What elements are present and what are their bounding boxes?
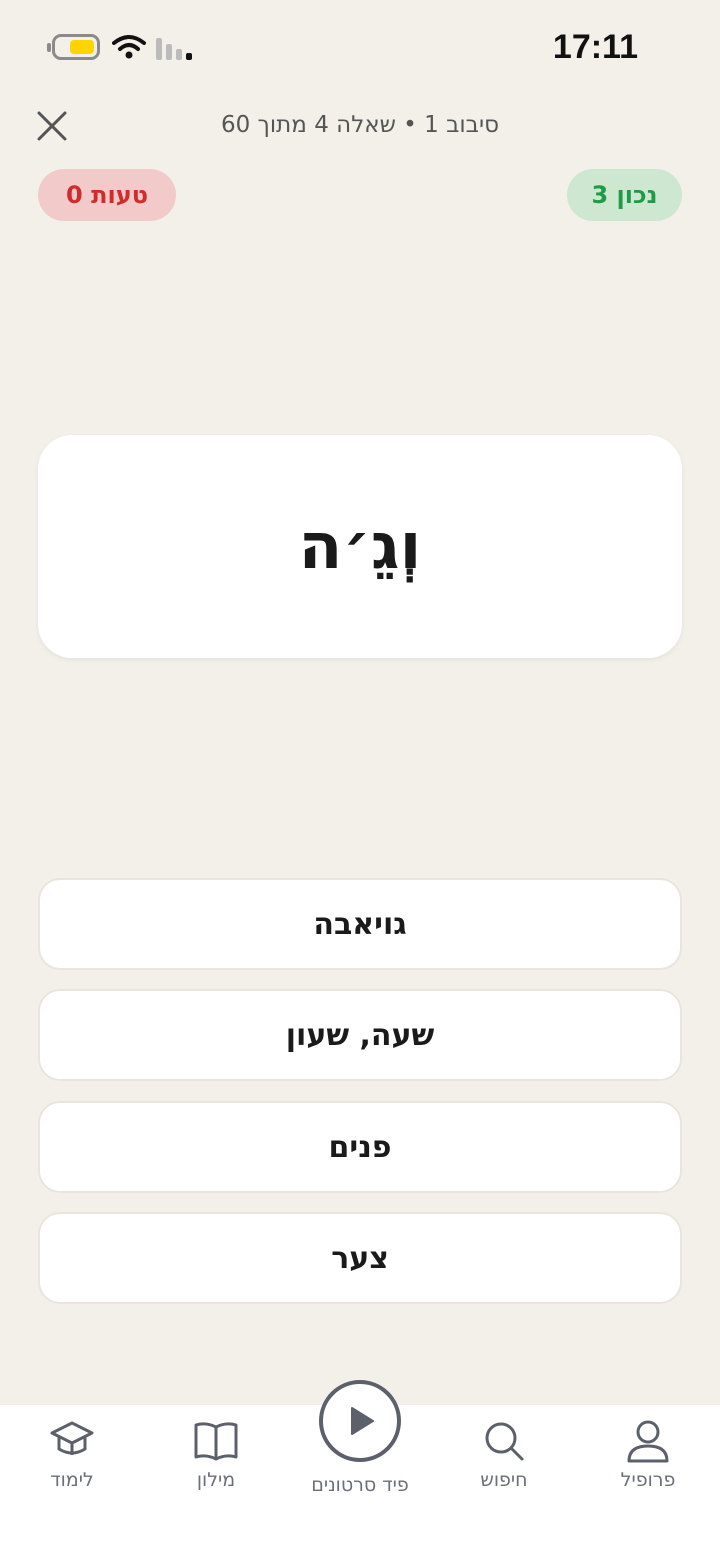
- battery-icon: [47, 34, 100, 60]
- tab-learn-label: לימוד: [50, 1469, 94, 1491]
- mistakes-count-badge: טעות 0: [38, 169, 176, 221]
- tab-profile-label: פרופיל: [620, 1469, 676, 1491]
- tab-search[interactable]: חיפוש: [439, 1419, 569, 1509]
- tab-learn[interactable]: לימוד: [7, 1419, 137, 1509]
- status-time: 17:11: [552, 28, 638, 66]
- book-icon: [194, 1422, 238, 1461]
- feed-play-button[interactable]: [319, 1380, 401, 1462]
- bottom-tab-bar: לימוד מילון פיד סרטונים חיפוש פרופיל: [0, 1380, 720, 1558]
- person-icon: [627, 1420, 669, 1463]
- wifi-icon: [112, 35, 146, 59]
- quiz-header: סיבוב 1 • שאלה 4 מתוך 60: [0, 96, 720, 156]
- search-icon: [485, 1422, 524, 1461]
- tab-dictionary[interactable]: מילון: [151, 1419, 281, 1509]
- answer-option[interactable]: צער: [38, 1212, 682, 1304]
- correct-count-badge: נכון 3: [567, 169, 682, 221]
- question-progress: סיבוב 1 • שאלה 4 מתוך 60: [220, 112, 500, 138]
- question-card: וְגֵ׳ה: [38, 435, 682, 658]
- tab-profile[interactable]: פרופיל: [583, 1419, 713, 1509]
- play-icon: [351, 1407, 374, 1435]
- graduation-cap-icon: [50, 1421, 94, 1455]
- answer-option[interactable]: גויאבה: [38, 878, 682, 970]
- tab-search-label: חיפוש: [480, 1469, 528, 1491]
- answer-option[interactable]: פנים: [38, 1101, 682, 1193]
- status-bar: 17:11: [0, 0, 720, 96]
- tab-feed[interactable]: פיד סרטונים: [295, 1380, 425, 1500]
- tab-feed-label: פיד סרטונים: [311, 1474, 409, 1496]
- question-word: וְגֵ׳ה: [298, 509, 422, 584]
- signal-icon: [156, 38, 192, 60]
- tab-dictionary-label: מילון: [196, 1469, 236, 1491]
- answer-option[interactable]: שעה, שעון: [38, 989, 682, 1081]
